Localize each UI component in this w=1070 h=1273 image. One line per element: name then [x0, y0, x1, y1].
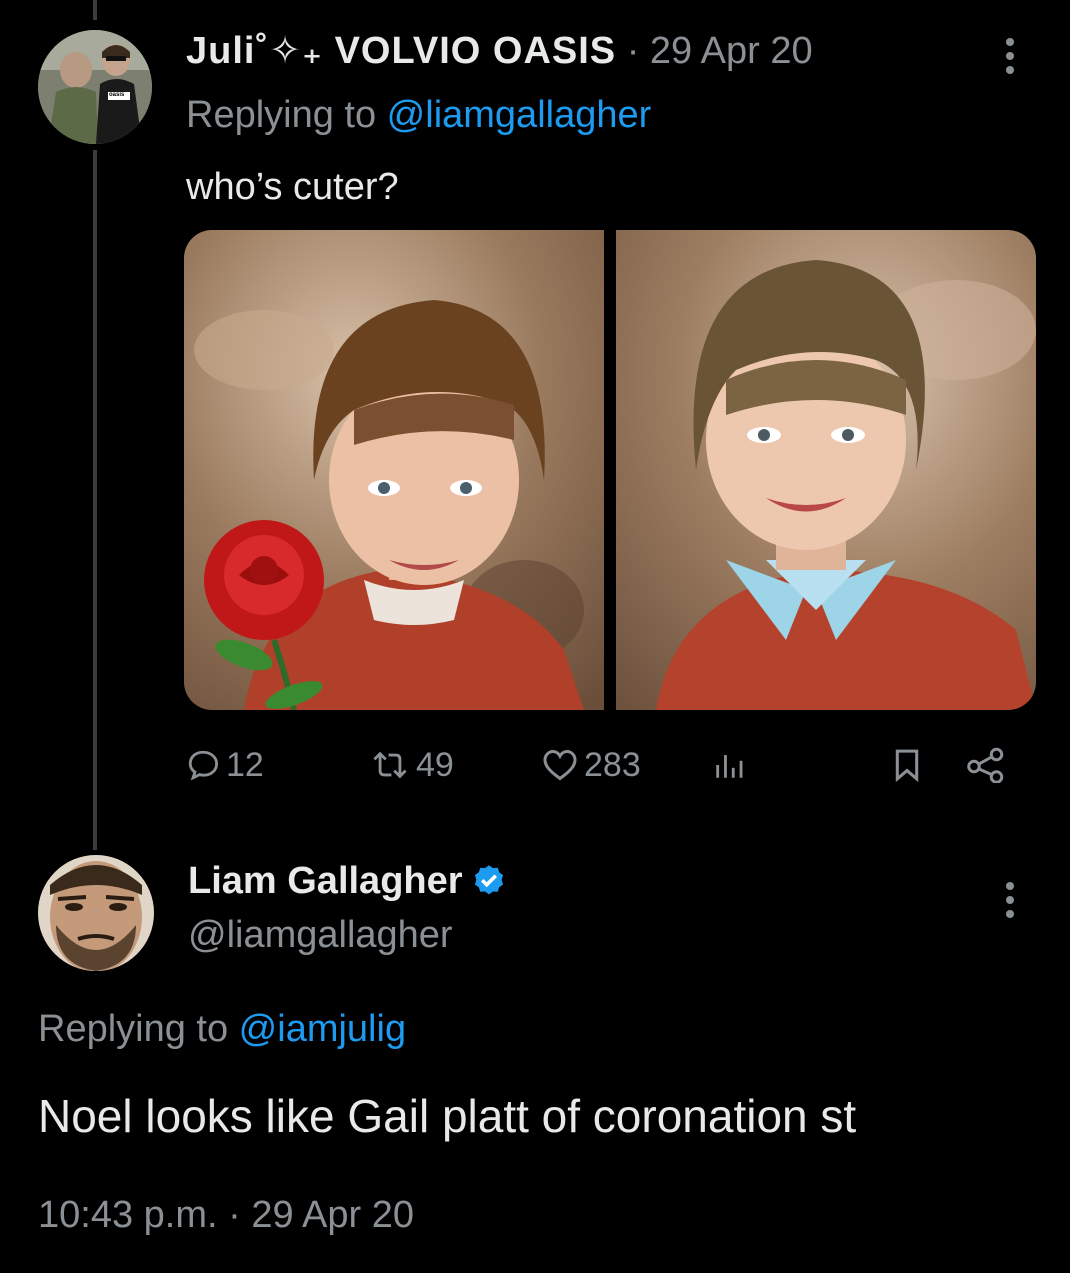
- display-name[interactable]: Liam Gallagher: [188, 858, 507, 904]
- tweet-timestamp[interactable]: 10:43 p.m. · 29 Apr 20: [38, 1192, 414, 1238]
- replying-to: Replying to @liamgallagher: [186, 92, 651, 138]
- more-options-button[interactable]: [998, 880, 1022, 920]
- tweet-text: Noel looks like Gail platt of coronation…: [38, 1090, 857, 1142]
- reply-button[interactable]: 12: [186, 740, 264, 790]
- replying-to-mention[interactable]: @iamjulig: [239, 1008, 406, 1050]
- retweet-icon: [373, 751, 407, 779]
- tweet-header: Juli˚✧₊ VOLVIO OASIS · 29 Apr 20: [186, 28, 813, 74]
- tweet-media[interactable]: [184, 230, 1036, 710]
- photo-right[interactable]: [616, 230, 1036, 710]
- tweet-date[interactable]: 29 Apr 20: [650, 30, 813, 72]
- like-button[interactable]: 283: [542, 740, 641, 790]
- more-icon: [1006, 38, 1014, 46]
- reply-count: 12: [226, 745, 264, 784]
- share-button[interactable]: [966, 740, 1006, 790]
- share-icon: [967, 747, 1004, 783]
- more-icon: [1006, 882, 1014, 890]
- replying-to: Replying to @iamjulig: [38, 1006, 406, 1052]
- verified-badge-icon: [474, 865, 503, 895]
- photo-left[interactable]: [184, 230, 604, 710]
- thread-line: [93, 150, 97, 850]
- tweet-actions: 12 49 283: [186, 740, 1026, 790]
- like-count: 283: [584, 745, 641, 784]
- more-options-button[interactable]: [998, 36, 1022, 76]
- views-button[interactable]: [712, 740, 746, 790]
- reply-icon: [188, 750, 219, 781]
- more-icon-dot: [1006, 896, 1014, 904]
- retweet-count: 49: [416, 745, 454, 784]
- display-name-text: Liam Gallagher: [188, 860, 463, 902]
- bookmark-button[interactable]: [890, 740, 924, 790]
- replying-to-prefix: Replying to: [186, 94, 387, 136]
- retweet-button[interactable]: 49: [370, 740, 454, 790]
- display-name[interactable]: Juli˚✧₊ VOLVIO OASIS: [186, 30, 616, 72]
- more-icon-dot: [1006, 52, 1014, 60]
- heart-icon: [543, 749, 577, 781]
- avatar[interactable]: [38, 855, 154, 971]
- more-icon-dot: [1006, 66, 1014, 74]
- avatar[interactable]: oasis: [38, 30, 152, 144]
- replying-to-prefix: Replying to: [38, 1008, 239, 1050]
- more-icon-dot: [1006, 910, 1014, 918]
- views-icon: [716, 755, 743, 778]
- header-separator: ·: [626, 30, 640, 72]
- handle[interactable]: @liamgallagher: [188, 912, 453, 958]
- avatar-oasis-text: oasis: [109, 92, 125, 98]
- replying-to-mention[interactable]: @liamgallagher: [387, 94, 652, 136]
- tweet-text: who’s cuter?: [186, 166, 399, 208]
- bookmark-icon: [895, 749, 919, 783]
- thread-line-top: [93, 0, 97, 20]
